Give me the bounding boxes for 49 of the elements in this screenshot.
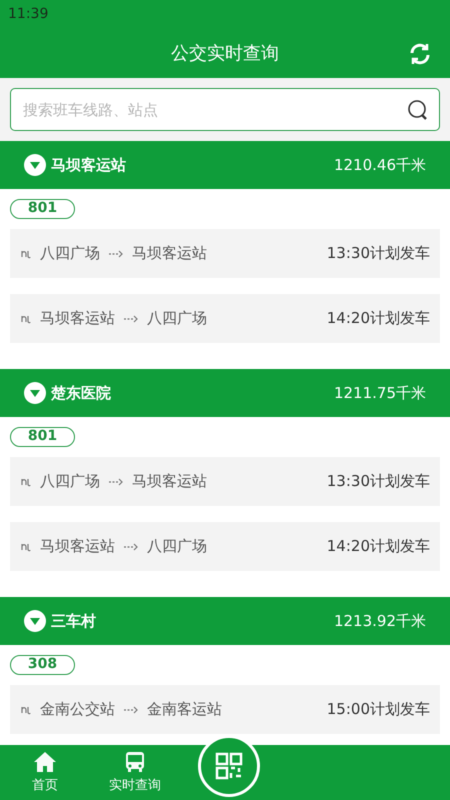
- trip-row[interactable]: 金南公交站 金南客运站 15:00计划发车: [10, 685, 440, 734]
- search-field[interactable]: 搜索班车线路、站点: [10, 88, 440, 131]
- page-title: 公交实时查询: [171, 42, 279, 65]
- trip-origin: 八四广场: [40, 472, 100, 491]
- collapse-icon[interactable]: [24, 610, 46, 632]
- station-name: 马坝客运站: [51, 156, 127, 174]
- refresh-button[interactable]: [408, 42, 432, 66]
- refresh-icon: [408, 42, 432, 66]
- station-distance: 1213.92千米: [334, 612, 426, 630]
- arrow-icon: [123, 706, 139, 714]
- departure-time: 15:00计划发车: [326, 700, 430, 719]
- status-time: 11:39: [8, 6, 48, 22]
- station-name: 三车村: [51, 612, 97, 630]
- trip-destination: 金南客运站: [147, 700, 222, 719]
- line-number: 801: [10, 199, 75, 219]
- station-distance: 1210.46千米: [334, 156, 426, 174]
- trip-origin: 马坝客运站: [40, 309, 115, 328]
- trip-row[interactable]: 八四广场 马坝客运站 13:30计划发车: [10, 457, 440, 506]
- trip-destination: 八四广场: [147, 309, 207, 328]
- trip-origin: 马坝客运站: [40, 537, 115, 556]
- station-header[interactable]: 楚东医院 1211.75千米: [0, 369, 450, 417]
- bus-icon: [125, 751, 145, 773]
- trip-origin: 八四广场: [40, 244, 100, 263]
- line-number: 308: [10, 655, 75, 675]
- trip-destination: 马坝客运站: [132, 244, 207, 263]
- qr-code-icon: [215, 752, 243, 780]
- trip-row[interactable]: 八四广场 马坝客运站 13:30计划发车: [10, 229, 440, 278]
- arrow-icon: [123, 314, 139, 322]
- trip-row[interactable]: 马坝客运站 八四广场 14:20计划发车: [10, 522, 440, 571]
- trip-origin: 金南公交站: [40, 700, 115, 719]
- departure-time: 13:30计划发车: [326, 472, 430, 491]
- arrow-icon: [108, 250, 124, 258]
- station-header[interactable]: 三车村 1213.92千米: [0, 597, 450, 645]
- arrow-icon: [123, 542, 139, 550]
- departure-time: 13:30计划发车: [326, 244, 430, 263]
- arrow-icon: [108, 478, 124, 486]
- station-name: 楚东医院: [51, 384, 112, 402]
- home-icon: [33, 751, 57, 773]
- departure-time: 14:20计划发车: [326, 537, 430, 556]
- trip-destination: 马坝客运站: [132, 472, 207, 491]
- collapse-icon[interactable]: [24, 382, 46, 404]
- collapse-icon[interactable]: [24, 154, 46, 176]
- station-header[interactable]: 马坝客运站 1210.46千米: [0, 141, 450, 189]
- departure-time: 14:20计划发车: [326, 309, 430, 328]
- station-distance: 1211.75千米: [334, 384, 426, 402]
- search-icon[interactable]: [407, 98, 429, 120]
- trip-destination: 八四广场: [147, 537, 207, 556]
- line-number: 801: [10, 427, 75, 447]
- trip-row[interactable]: 马坝客运站 八四广场 14:20计划发车: [10, 294, 440, 343]
